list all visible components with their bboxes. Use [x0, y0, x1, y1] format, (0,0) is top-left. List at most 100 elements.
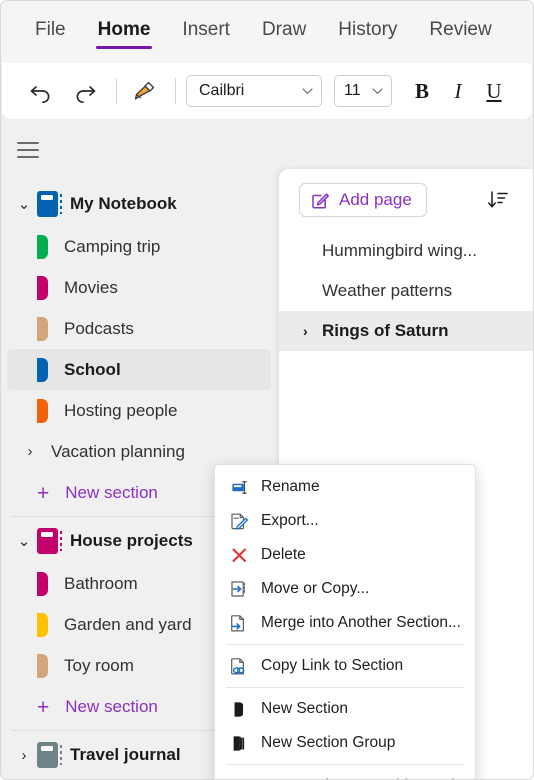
notebook-title: My Notebook: [70, 194, 177, 213]
ribbon-tab-home[interactable]: Home: [82, 13, 167, 51]
ribbon-tab-review[interactable]: Review: [413, 13, 507, 51]
chevron-down-icon: [302, 87, 313, 95]
section-color-swatch: [37, 653, 48, 678]
menu-item-label: Move or Copy...: [261, 580, 370, 597]
new-section-label: New section: [65, 483, 158, 502]
section-label: Garden and yard: [64, 614, 192, 634]
merge-section-icon: [228, 612, 250, 634]
page-list-item[interactable]: › Rings of Saturn: [279, 311, 533, 351]
section-label: Bathroom: [64, 573, 138, 593]
page-list-item[interactable]: Hummingbird wing...: [279, 231, 533, 271]
chevron-right-icon[interactable]: ›: [17, 443, 43, 460]
sidebar-section-podcasts[interactable]: Podcasts: [7, 308, 271, 349]
menu-item-new-section-group[interactable]: New Section Group: [215, 726, 475, 760]
font-family-value: Cailbri: [199, 82, 245, 99]
font-size-select[interactable]: 11: [334, 75, 392, 107]
menu-item-copy-link-to-section[interactable]: Copy Link to Section: [215, 649, 475, 683]
chevron-right-icon[interactable]: ›: [303, 323, 308, 339]
ribbon-tab-bar: File Home Insert Draw History Review: [1, 1, 533, 63]
menu-item-label: Export...: [261, 512, 319, 529]
edit-square-icon: [311, 191, 330, 210]
notebook-header[interactable]: ⌄ My Notebook: [1, 182, 279, 226]
move-copy-icon: [228, 578, 250, 600]
ribbon-tab-history[interactable]: History: [322, 13, 413, 51]
onenote-window: File Home Insert Draw History Review Cail: [0, 0, 534, 780]
copy-link-icon: [228, 655, 250, 677]
hamburger-icon[interactable]: [15, 139, 41, 161]
chevron-down-icon[interactable]: ⌄: [11, 534, 37, 549]
sidebar-section-school[interactable]: School: [7, 349, 271, 390]
menu-separator: [226, 764, 464, 765]
lock-icon: [228, 775, 250, 779]
menu-item-delete[interactable]: Delete: [215, 538, 475, 572]
section-color-swatch: [37, 357, 48, 382]
page-list-item[interactable]: Weather patterns: [279, 271, 533, 311]
menu-separator: [226, 644, 464, 645]
ribbon-toolbar: Cailbri 11 B I U: [2, 63, 532, 119]
ribbon-tab-file[interactable]: File: [19, 13, 82, 51]
section-label: Movies: [64, 277, 118, 297]
new-section-icon: [228, 698, 250, 720]
toolbar-divider-2: [175, 78, 176, 104]
toolbar-divider: [116, 78, 117, 104]
notebook-icon: [37, 528, 58, 554]
export-icon: [228, 510, 250, 532]
sidebar-section-camping-trip[interactable]: Camping trip: [7, 226, 271, 267]
section-color-swatch: [37, 571, 48, 596]
workspace: ⌄ My Notebook Camping trip Movies Podcasts Sc…: [1, 119, 533, 779]
section-label: School: [64, 359, 121, 379]
italic-button[interactable]: I: [440, 74, 476, 108]
ribbon-tab-draw[interactable]: Draw: [246, 13, 322, 51]
page-title: Weather patterns: [322, 281, 453, 300]
section-color-swatch: [37, 398, 48, 423]
sidebar-section-hosting-people[interactable]: Hosting people: [7, 390, 271, 431]
add-page-label: Add page: [339, 190, 412, 209]
ribbon-tab-insert[interactable]: Insert: [166, 13, 246, 51]
delete-icon: [228, 544, 250, 566]
menu-item-label: New Section: [261, 700, 349, 717]
menu-item-move-or-copy[interactable]: Move or Copy...: [215, 572, 475, 606]
chevron-right-icon[interactable]: ›: [11, 748, 37, 763]
plus-icon: +: [37, 481, 50, 505]
menu-item-new-section[interactable]: New Section: [215, 692, 475, 726]
redo-icon[interactable]: [68, 74, 102, 108]
page-panel-toolbar: Add page: [279, 183, 533, 217]
chevron-down-icon[interactable]: ⌄: [11, 197, 37, 212]
menu-item-export[interactable]: Export...: [215, 504, 475, 538]
format-painter-icon[interactable]: [127, 74, 161, 108]
menu-item-label: Copy Link to Section: [261, 657, 404, 674]
chevron-down-icon: [372, 87, 383, 95]
font-size-value: 11: [344, 82, 361, 99]
section-color-swatch: [37, 275, 48, 300]
notebook-icon: [37, 742, 58, 768]
page-list: Hummingbird wing... Weather patterns › Ring…: [279, 231, 533, 351]
rename-icon: [228, 476, 250, 498]
section-context-menu: Rename Export... Delete Move or Copy... Merg…: [214, 464, 476, 779]
sort-descending-icon[interactable]: [487, 189, 515, 211]
section-label: Toy room: [64, 655, 134, 675]
section-label: Camping trip: [64, 236, 161, 256]
notebook-icon: [37, 191, 58, 217]
undo-icon[interactable]: [24, 74, 58, 108]
font-family-select[interactable]: Cailbri: [186, 75, 322, 107]
new-section-group-icon: [228, 732, 250, 754]
menu-separator: [226, 687, 464, 688]
menu-item-label: Rename: [261, 478, 320, 495]
menu-item-label: Delete: [261, 546, 306, 563]
menu-item-label: Merge into Another Section...: [261, 614, 461, 631]
section-label: Podcasts: [64, 318, 134, 338]
menu-item-password-protect-this-section[interactable]: Password Protect This Section: [215, 769, 475, 779]
page-title: Rings of Saturn: [322, 321, 449, 340]
underline-button[interactable]: U: [476, 74, 512, 108]
menu-item-label: New Section Group: [261, 734, 396, 751]
menu-item-merge-into-another-section[interactable]: Merge into Another Section...: [215, 606, 475, 640]
notebook-title: Travel journal: [70, 745, 181, 764]
sidebar-section-movies[interactable]: Movies: [7, 267, 271, 308]
section-color-swatch: [37, 612, 48, 637]
bold-button[interactable]: B: [404, 74, 440, 108]
notebook-title: House projects: [70, 531, 193, 550]
add-page-button[interactable]: Add page: [299, 183, 427, 217]
section-color-swatch: [37, 316, 48, 341]
menu-item-rename[interactable]: Rename: [215, 470, 475, 504]
plus-icon: +: [37, 695, 50, 719]
